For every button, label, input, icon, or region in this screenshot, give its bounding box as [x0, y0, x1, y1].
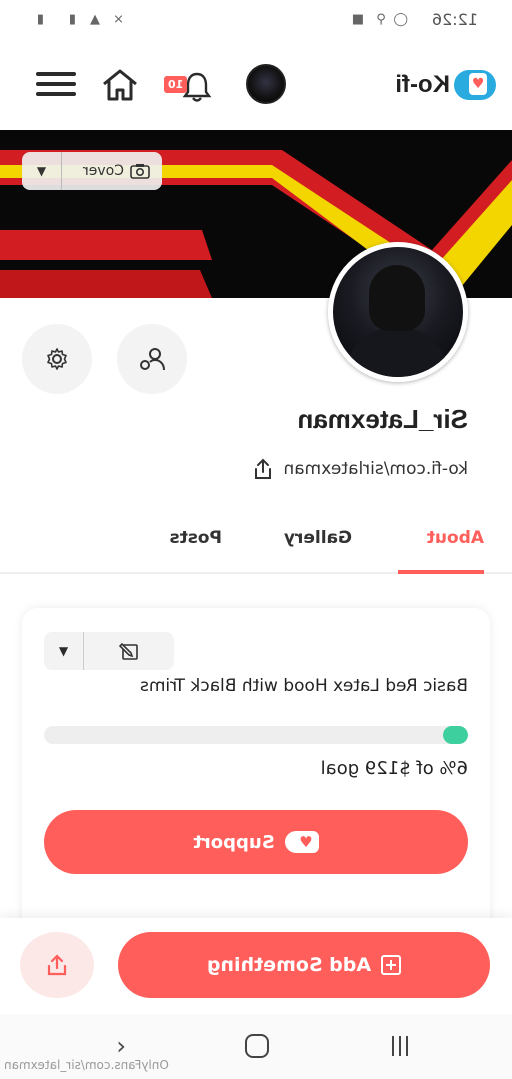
- status-time: 12:26: [431, 10, 478, 29]
- instagram-icon: ◯: [393, 12, 408, 27]
- goal-progress-text: 6% of $129 goal: [320, 758, 468, 779]
- notification-badge: 10: [164, 76, 188, 93]
- profile-link[interactable]: ko-fi.com/sirlatexman: [253, 458, 468, 480]
- user-settings-icon: [140, 348, 165, 371]
- home-button[interactable]: [100, 68, 140, 102]
- user-avatar[interactable]: [246, 64, 286, 104]
- share-page-button[interactable]: [20, 932, 94, 998]
- status-bar: 12:26 ◯ ⚲ ■ ⨯ ▲ ▮ ▮: [0, 0, 512, 40]
- message-icon: ■: [351, 12, 364, 27]
- add-something-button[interactable]: Add Something: [118, 932, 490, 998]
- search-icon: ⚲: [376, 12, 386, 27]
- share-icon[interactable]: [253, 458, 273, 480]
- chevron-down-icon[interactable]: ▼: [22, 152, 62, 190]
- watermark: OnlyFans.com/sir_latexman: [4, 1058, 169, 1072]
- support-button-label: Support: [193, 831, 275, 853]
- support-button[interactable]: Support: [44, 810, 468, 874]
- tab-posts[interactable]: Posts: [169, 528, 222, 548]
- goal-progress-fill: [442, 726, 468, 744]
- goal-progress-bar: [44, 726, 468, 744]
- goal-title: Basic Red Latex Hood with Black Trims: [140, 676, 468, 696]
- plus-square-icon: [381, 955, 402, 975]
- profile-tabs: About Gallery Posts: [0, 522, 512, 574]
- profile-url-text: ko-fi.com/sirlatexman: [283, 459, 468, 479]
- edit-icon: [119, 642, 138, 660]
- mute-icon: ⨯: [113, 12, 124, 27]
- settings-button[interactable]: [22, 324, 92, 394]
- tab-about[interactable]: About: [427, 528, 484, 548]
- profile-username: Sir_Latexman: [297, 404, 468, 434]
- home-nav-button[interactable]: [245, 1034, 269, 1058]
- gear-icon: [47, 348, 67, 370]
- recents-button[interactable]: [388, 1036, 412, 1058]
- kofi-logo[interactable]: Ko-fi: [395, 70, 496, 100]
- cover-edit-button[interactable]: Cover ▼: [22, 152, 162, 190]
- tab-gallery[interactable]: Gallery: [284, 528, 352, 548]
- app-header: Ko-fi 10: [0, 50, 512, 120]
- menu-button[interactable]: [36, 72, 76, 98]
- back-button[interactable]: ‹: [116, 1032, 126, 1060]
- upload-icon: [47, 954, 67, 976]
- follow-settings-button[interactable]: [117, 324, 187, 394]
- add-something-label: Add Something: [206, 954, 372, 976]
- goal-edit-button[interactable]: ▼: [44, 632, 174, 670]
- recents-icon: [406, 1036, 408, 1056]
- profile-avatar[interactable]: [328, 242, 468, 382]
- cover-button-label: Cover: [83, 163, 124, 179]
- notifications-button[interactable]: 10: [164, 70, 212, 104]
- logo-text: Ko-fi: [395, 71, 450, 98]
- active-tab-indicator: [398, 570, 484, 574]
- kofi-mug-icon: [284, 831, 319, 853]
- battery-icon: ▮: [36, 12, 44, 27]
- kofi-cup-icon: [454, 70, 496, 100]
- menu-icon: [36, 72, 76, 76]
- signal-icon: ▮: [68, 12, 76, 27]
- wifi-icon: ▲: [90, 12, 100, 27]
- camera-icon: [130, 164, 150, 179]
- chevron-down-icon[interactable]: ▼: [44, 632, 84, 670]
- home-icon: [103, 69, 137, 101]
